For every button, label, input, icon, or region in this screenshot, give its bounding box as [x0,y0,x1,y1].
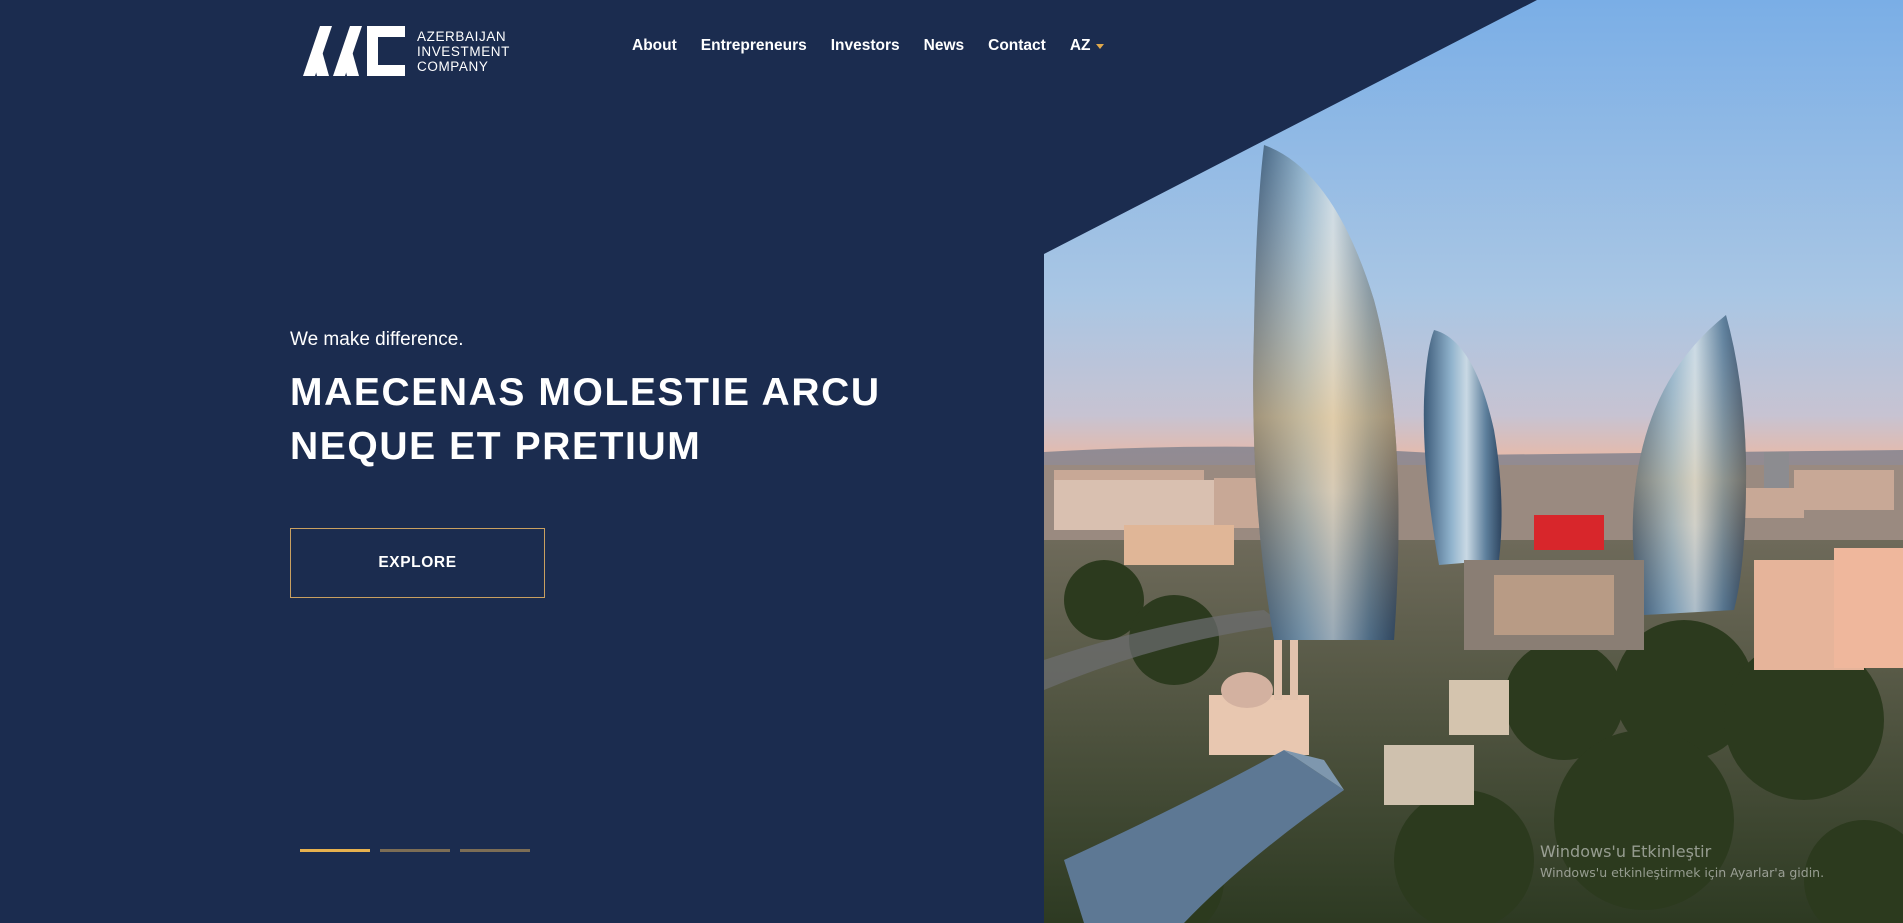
explore-button[interactable]: EXPLORE [290,528,545,598]
main-nav: About Entrepreneurs Investors News Conta… [632,37,1104,55]
nav-item-about[interactable]: About [632,37,677,55]
nav-item-entrepreneurs[interactable]: Entrepreneurs [701,37,807,55]
hero-image [1044,0,1903,923]
language-selector[interactable]: AZ [1070,37,1104,55]
watermark-title: Windows'u Etkinleştir [1540,842,1712,861]
brand-logo[interactable]: AZERBAIJAN INVESTMENT COMPANY [303,26,510,76]
windows-activation-watermark: Windows'u Etkinleştir Windows'u etkinleş… [1540,842,1824,880]
nav-item-investors[interactable]: Investors [831,37,900,55]
hero-headline-line-2: NEQUE ET PRETIUM [290,425,702,468]
slider-indicators [300,849,540,852]
hero-headline: MAECENAS MOLESTIE ARCU NEQUE ET PRETIUM [290,366,930,474]
slider-indicator-1[interactable] [300,849,370,852]
brand-name-line-2: INVESTMENT [417,43,511,59]
watermark-subtitle: Windows'u etkinleştirmek için Ayarlar'a … [1540,865,1825,880]
logo-mark-icon [303,26,405,76]
nav-item-news[interactable]: News [924,37,965,55]
brand-name-line-1: AZERBAIJAN [417,28,507,44]
hero-headline-line-1: MAECENAS MOLESTIE ARCU [290,371,881,414]
slider-indicator-3[interactable] [460,849,530,852]
brand-name-line-3: COMPANY [417,58,489,74]
nav-item-contact[interactable]: Contact [988,37,1046,55]
brand-name: AZERBAIJAN INVESTMENT COMPANY [417,29,510,74]
chevron-down-icon [1095,44,1104,49]
hero-tagline: We make difference. [290,329,464,350]
language-label: AZ [1069,37,1091,54]
slider-indicator-2[interactable] [380,849,450,852]
